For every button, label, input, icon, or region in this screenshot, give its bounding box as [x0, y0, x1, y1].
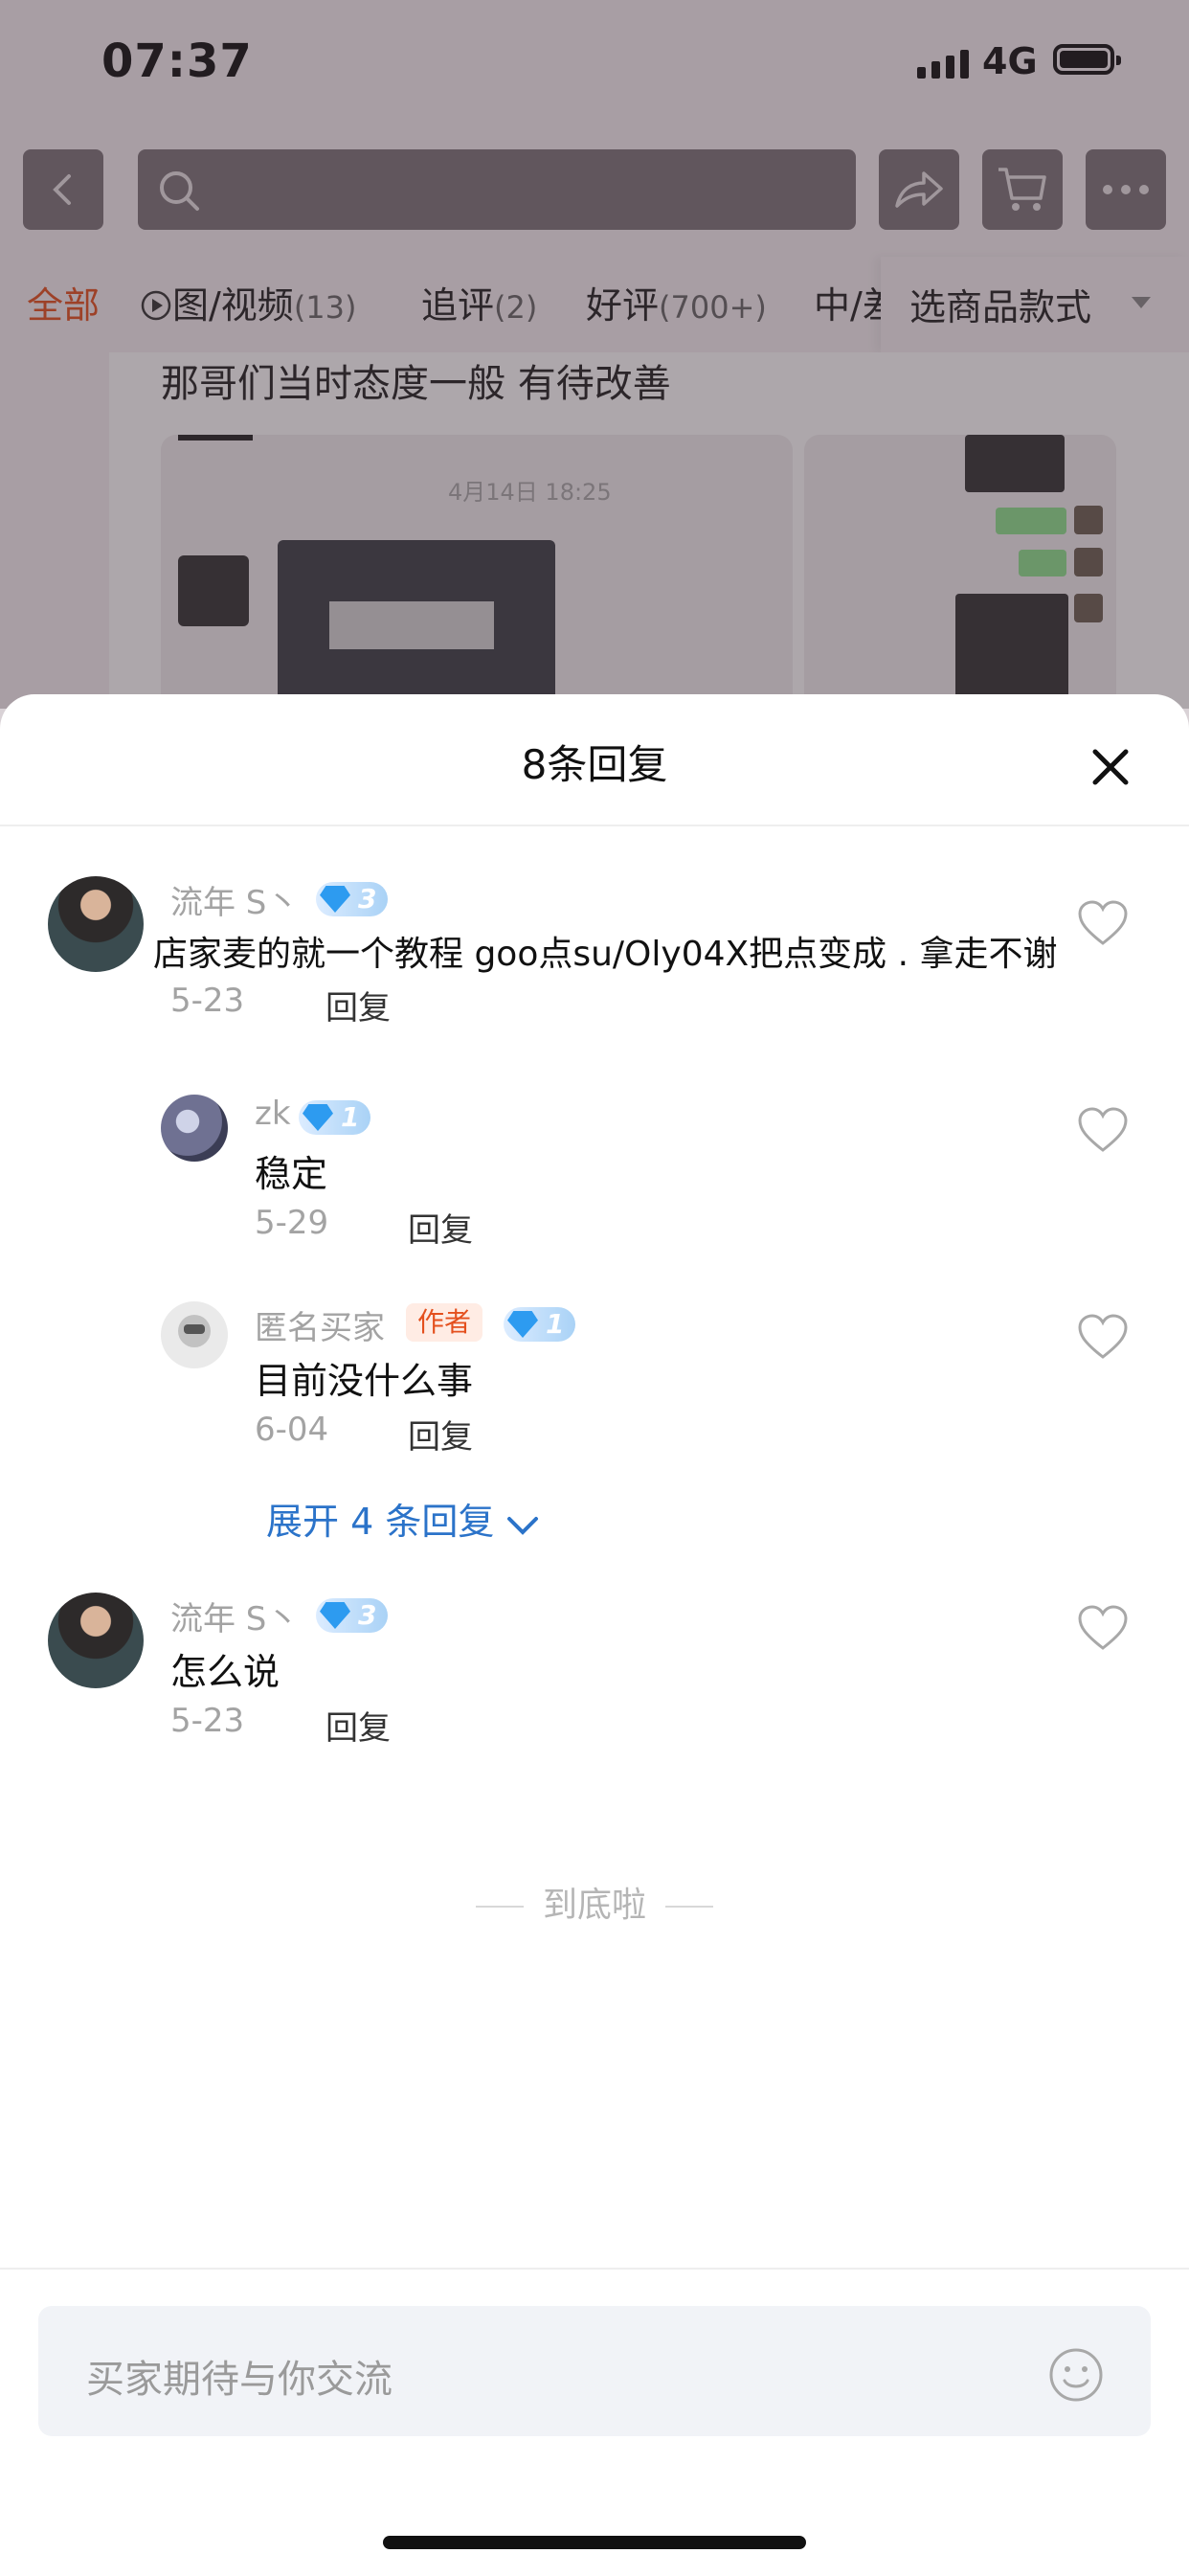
- level-badge: 1: [504, 1307, 576, 1342]
- divider: [475, 1906, 524, 1908]
- heart-icon[interactable]: [1076, 899, 1130, 947]
- reply-button[interactable]: 回复: [325, 1702, 391, 1749]
- heart-icon[interactable]: [1076, 1604, 1130, 1652]
- comment-date: 5-23: [170, 1702, 245, 1740]
- heart-icon[interactable]: [1076, 1313, 1130, 1361]
- comment-text: 稳定: [255, 1153, 328, 1195]
- comment-text: 目前没什么事: [255, 1360, 474, 1402]
- end-of-list: 到底啦: [0, 1877, 1189, 1927]
- overlay-dim[interactable]: [0, 0, 1189, 709]
- chevron-down-icon: [507, 1516, 539, 1535]
- heart-icon[interactable]: [1076, 1106, 1130, 1154]
- sheet-header: 8条回复: [0, 694, 1189, 826]
- avatar[interactable]: [48, 1593, 144, 1688]
- expand-label: 展开 4 条回复: [266, 1501, 495, 1543]
- reply-button[interactable]: 回复: [408, 1204, 473, 1251]
- avatar[interactable]: [161, 1095, 228, 1162]
- author-tag: 作者: [406, 1303, 483, 1342]
- divider: [665, 1906, 713, 1908]
- reply-input-bar: 买家期待与你交流: [0, 2268, 1189, 2576]
- sheet-title: 8条回复: [521, 741, 668, 788]
- close-icon: [1092, 749, 1129, 785]
- anonymous-avatar[interactable]: [161, 1301, 228, 1368]
- level-badge: 1: [299, 1100, 371, 1135]
- input-placeholder: 买家期待与你交流: [86, 2358, 393, 2402]
- level-badge: 3: [316, 882, 389, 916]
- expand-replies-button[interactable]: 展开 4 条回复: [266, 1492, 540, 1545]
- comment-author[interactable]: 流年 S丶: [170, 1593, 299, 1639]
- reply-button[interactable]: 回复: [408, 1411, 473, 1457]
- comment-date: 5-23: [170, 982, 245, 1020]
- reply-input[interactable]: 买家期待与你交流: [38, 2306, 1151, 2436]
- end-text: 到底啦: [542, 1886, 646, 1925]
- avatar[interactable]: [48, 876, 144, 972]
- comment-date: 5-29: [255, 1204, 329, 1242]
- comment-author[interactable]: 匿名买家: [255, 1301, 385, 1348]
- close-button[interactable]: [1082, 738, 1139, 796]
- level-badge: 3: [316, 1598, 389, 1633]
- comment-author[interactable]: 流年 S丶: [170, 876, 299, 923]
- comment-author[interactable]: zk: [255, 1095, 291, 1133]
- comment-text: 店家麦的就一个教程 goo点su/Oly04X把点变成 . 拿走不谢: [153, 935, 1058, 974]
- comment-date: 6-04: [255, 1411, 329, 1449]
- comment-text: 怎么说: [170, 1651, 280, 1693]
- home-indicator: [383, 2536, 806, 2549]
- emoji-icon[interactable]: [1047, 2346, 1105, 2404]
- reply-button[interactable]: 回复: [325, 982, 391, 1028]
